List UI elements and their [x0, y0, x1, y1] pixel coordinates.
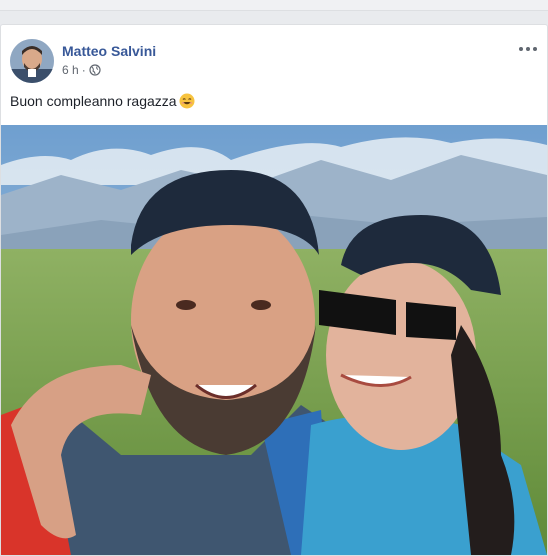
author-name-link[interactable]: Matteo Salvini — [62, 43, 156, 59]
post-header: Matteo Salvini 6 h · — [10, 39, 540, 85]
post-timestamp[interactable]: 6 h — [62, 63, 79, 77]
post-message: Buon compleanno ragazza — [10, 93, 195, 109]
feed-top-strip — [0, 0, 548, 11]
post-message-text: Buon compleanno ragazza — [10, 93, 177, 109]
smiling-face-emoji-icon — [179, 93, 195, 109]
globe-icon[interactable] — [89, 64, 101, 76]
avatar-image — [10, 39, 54, 83]
photo-image — [1, 125, 547, 555]
post-photo[interactable] — [1, 125, 547, 555]
post-meta: 6 h · — [62, 63, 101, 77]
meta-separator: · — [81, 63, 86, 77]
more-options-icon[interactable] — [516, 41, 540, 57]
feed-post: Matteo Salvini 6 h · Buon compleanno rag… — [0, 24, 548, 556]
author-avatar[interactable] — [10, 39, 54, 83]
